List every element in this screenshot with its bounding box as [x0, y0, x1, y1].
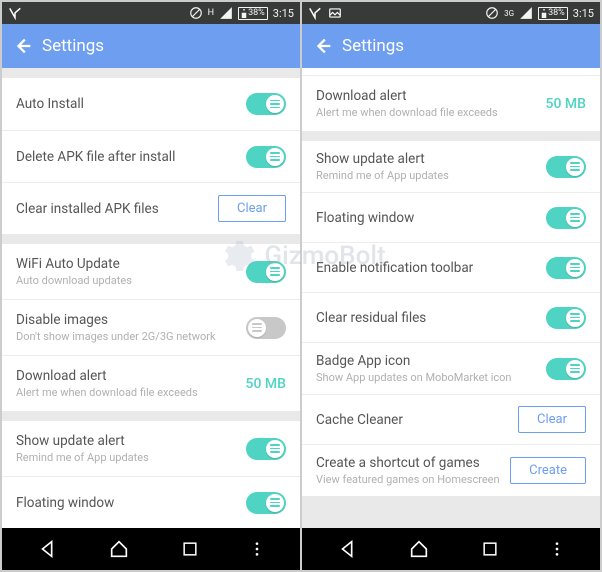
- status-bar: 3G 38% 3:15: [302, 2, 600, 24]
- row-cache-cleaner: Cache Cleaner Clear: [302, 394, 600, 444]
- row-subtitle: Auto download updates: [16, 274, 132, 287]
- row-subtitle: Show App updates on MoboMarket icon: [316, 371, 512, 384]
- download-alert-value: 50 MB: [546, 96, 586, 112]
- toggle-clear-residual[interactable]: [546, 307, 586, 329]
- toggle-badge-app-icon[interactable]: [546, 358, 586, 380]
- image-notification-icon: [328, 6, 342, 20]
- row-title: Clear residual files: [316, 310, 426, 326]
- create-shortcut-button[interactable]: Create: [510, 457, 586, 484]
- row-title: Show update alert: [16, 433, 149, 449]
- row-subtitle: Alert me when download file exceeds: [316, 106, 498, 119]
- nav-home-icon[interactable]: [408, 538, 430, 560]
- row-subtitle: Remind me of App updates: [316, 169, 449, 182]
- row-title: Download alert: [316, 88, 498, 104]
- app-notification-icon: [8, 6, 22, 20]
- settings-list: Auto Install Delete APK file after insta…: [2, 68, 300, 528]
- row-title: Show update alert: [316, 151, 449, 167]
- row-show-update-alert[interactable]: Show update alert Remind me of App updat…: [2, 421, 300, 476]
- row-delete-apk[interactable]: Delete APK file after install: [2, 130, 300, 182]
- navigation-bar: [2, 528, 300, 570]
- app-bar: Settings: [2, 24, 300, 68]
- row-disable-images[interactable]: Disable images Don't show images under 2…: [2, 299, 300, 355]
- row-title: Floating window: [16, 495, 114, 511]
- row-title: Auto Install: [16, 96, 84, 112]
- back-icon[interactable]: [12, 35, 34, 57]
- row-title: Clear installed APK files: [16, 201, 159, 217]
- row-subtitle: Remind me of App updates: [16, 451, 149, 464]
- toggle-floating-window[interactable]: [546, 207, 586, 229]
- row-auto-install[interactable]: Auto Install: [2, 78, 300, 130]
- toggle-delete-apk[interactable]: [246, 146, 286, 168]
- row-enable-notification-toolbar[interactable]: Enable notification toolbar: [302, 242, 600, 292]
- row-title: Download alert: [16, 368, 198, 384]
- page-title: Settings: [42, 36, 104, 56]
- signal-icon: [519, 6, 533, 20]
- nav-recents-icon[interactable]: [480, 539, 500, 559]
- nav-recents-icon[interactable]: [180, 539, 200, 559]
- nav-menu-icon[interactable]: [249, 541, 265, 557]
- row-title: WiFi Auto Update: [16, 256, 132, 272]
- row-clear-installed-apk: Clear installed APK files Clear: [2, 182, 300, 234]
- network-type-label: H: [208, 8, 214, 18]
- signal-icon: [219, 6, 233, 20]
- back-icon[interactable]: [312, 35, 334, 57]
- phone-left: H 38% 3:15 Settings Auto Install Delete …: [2, 2, 300, 570]
- row-clear-residual-files[interactable]: Clear residual files: [302, 292, 600, 342]
- app-notification-icon: [308, 6, 322, 20]
- network-type-label: 3G: [504, 9, 514, 18]
- clock: 3:15: [573, 7, 594, 20]
- nav-back-icon[interactable]: [37, 538, 59, 560]
- toggle-show-update-alert[interactable]: [546, 156, 586, 178]
- row-download-alert[interactable]: Download alert Alert me when download fi…: [302, 76, 600, 131]
- row-title: Delete APK file after install: [16, 149, 175, 165]
- toggle-wifi-auto-update[interactable]: [246, 261, 286, 283]
- battery-indicator: 38%: [538, 7, 568, 20]
- clear-installed-apk-button[interactable]: Clear: [218, 195, 286, 222]
- row-badge-app-icon[interactable]: Badge App icon Show App updates on MoboM…: [302, 342, 600, 394]
- row-title: Create a shortcut of games: [316, 455, 500, 471]
- navigation-bar: [302, 528, 600, 570]
- phone-right: 3G 38% 3:15 Settings Download alert Aler…: [302, 2, 600, 570]
- toggle-show-update-alert[interactable]: [246, 438, 286, 460]
- page-title: Settings: [342, 36, 404, 56]
- nav-menu-icon[interactable]: [549, 541, 565, 557]
- toggle-floating-window[interactable]: [246, 492, 286, 514]
- row-wifi-auto-update[interactable]: WiFi Auto Update Auto download updates: [2, 244, 300, 299]
- battery-indicator: 38%: [238, 7, 268, 20]
- row-title: Floating window: [316, 210, 414, 226]
- clock: 3:15: [273, 7, 294, 20]
- cache-clear-button[interactable]: Clear: [518, 406, 586, 433]
- row-floating-window[interactable]: Floating window: [302, 192, 600, 242]
- row-download-alert[interactable]: Download alert Alert me when download fi…: [2, 355, 300, 411]
- row-title: Cache Cleaner: [316, 412, 403, 428]
- row-floating-window[interactable]: Floating window: [2, 476, 300, 528]
- download-alert-value: 50 MB: [246, 376, 286, 392]
- row-title: Disable images: [16, 312, 216, 328]
- status-bar: H 38% 3:15: [2, 2, 300, 24]
- row-show-update-alert[interactable]: Show update alert Remind me of App updat…: [302, 141, 600, 192]
- settings-list: Download alert Alert me when download fi…: [302, 68, 600, 528]
- no-sim-icon: [189, 6, 203, 20]
- row-create-shortcut-games: Create a shortcut of games View featured…: [302, 444, 600, 496]
- row-title: Enable notification toolbar: [316, 260, 473, 276]
- toggle-notification-toolbar[interactable]: [546, 257, 586, 279]
- nav-home-icon[interactable]: [108, 538, 130, 560]
- toggle-auto-install[interactable]: [246, 93, 286, 115]
- row-subtitle: Don't show images under 2G/3G network: [16, 330, 216, 343]
- no-sim-icon: [485, 6, 499, 20]
- toggle-disable-images[interactable]: [246, 317, 286, 339]
- row-title: Badge App icon: [316, 353, 512, 369]
- app-bar: Settings: [302, 24, 600, 68]
- nav-back-icon[interactable]: [337, 538, 359, 560]
- row-subtitle: View featured games on Homescreen: [316, 473, 500, 486]
- row-subtitle: Alert me when download file exceeds: [16, 386, 198, 399]
